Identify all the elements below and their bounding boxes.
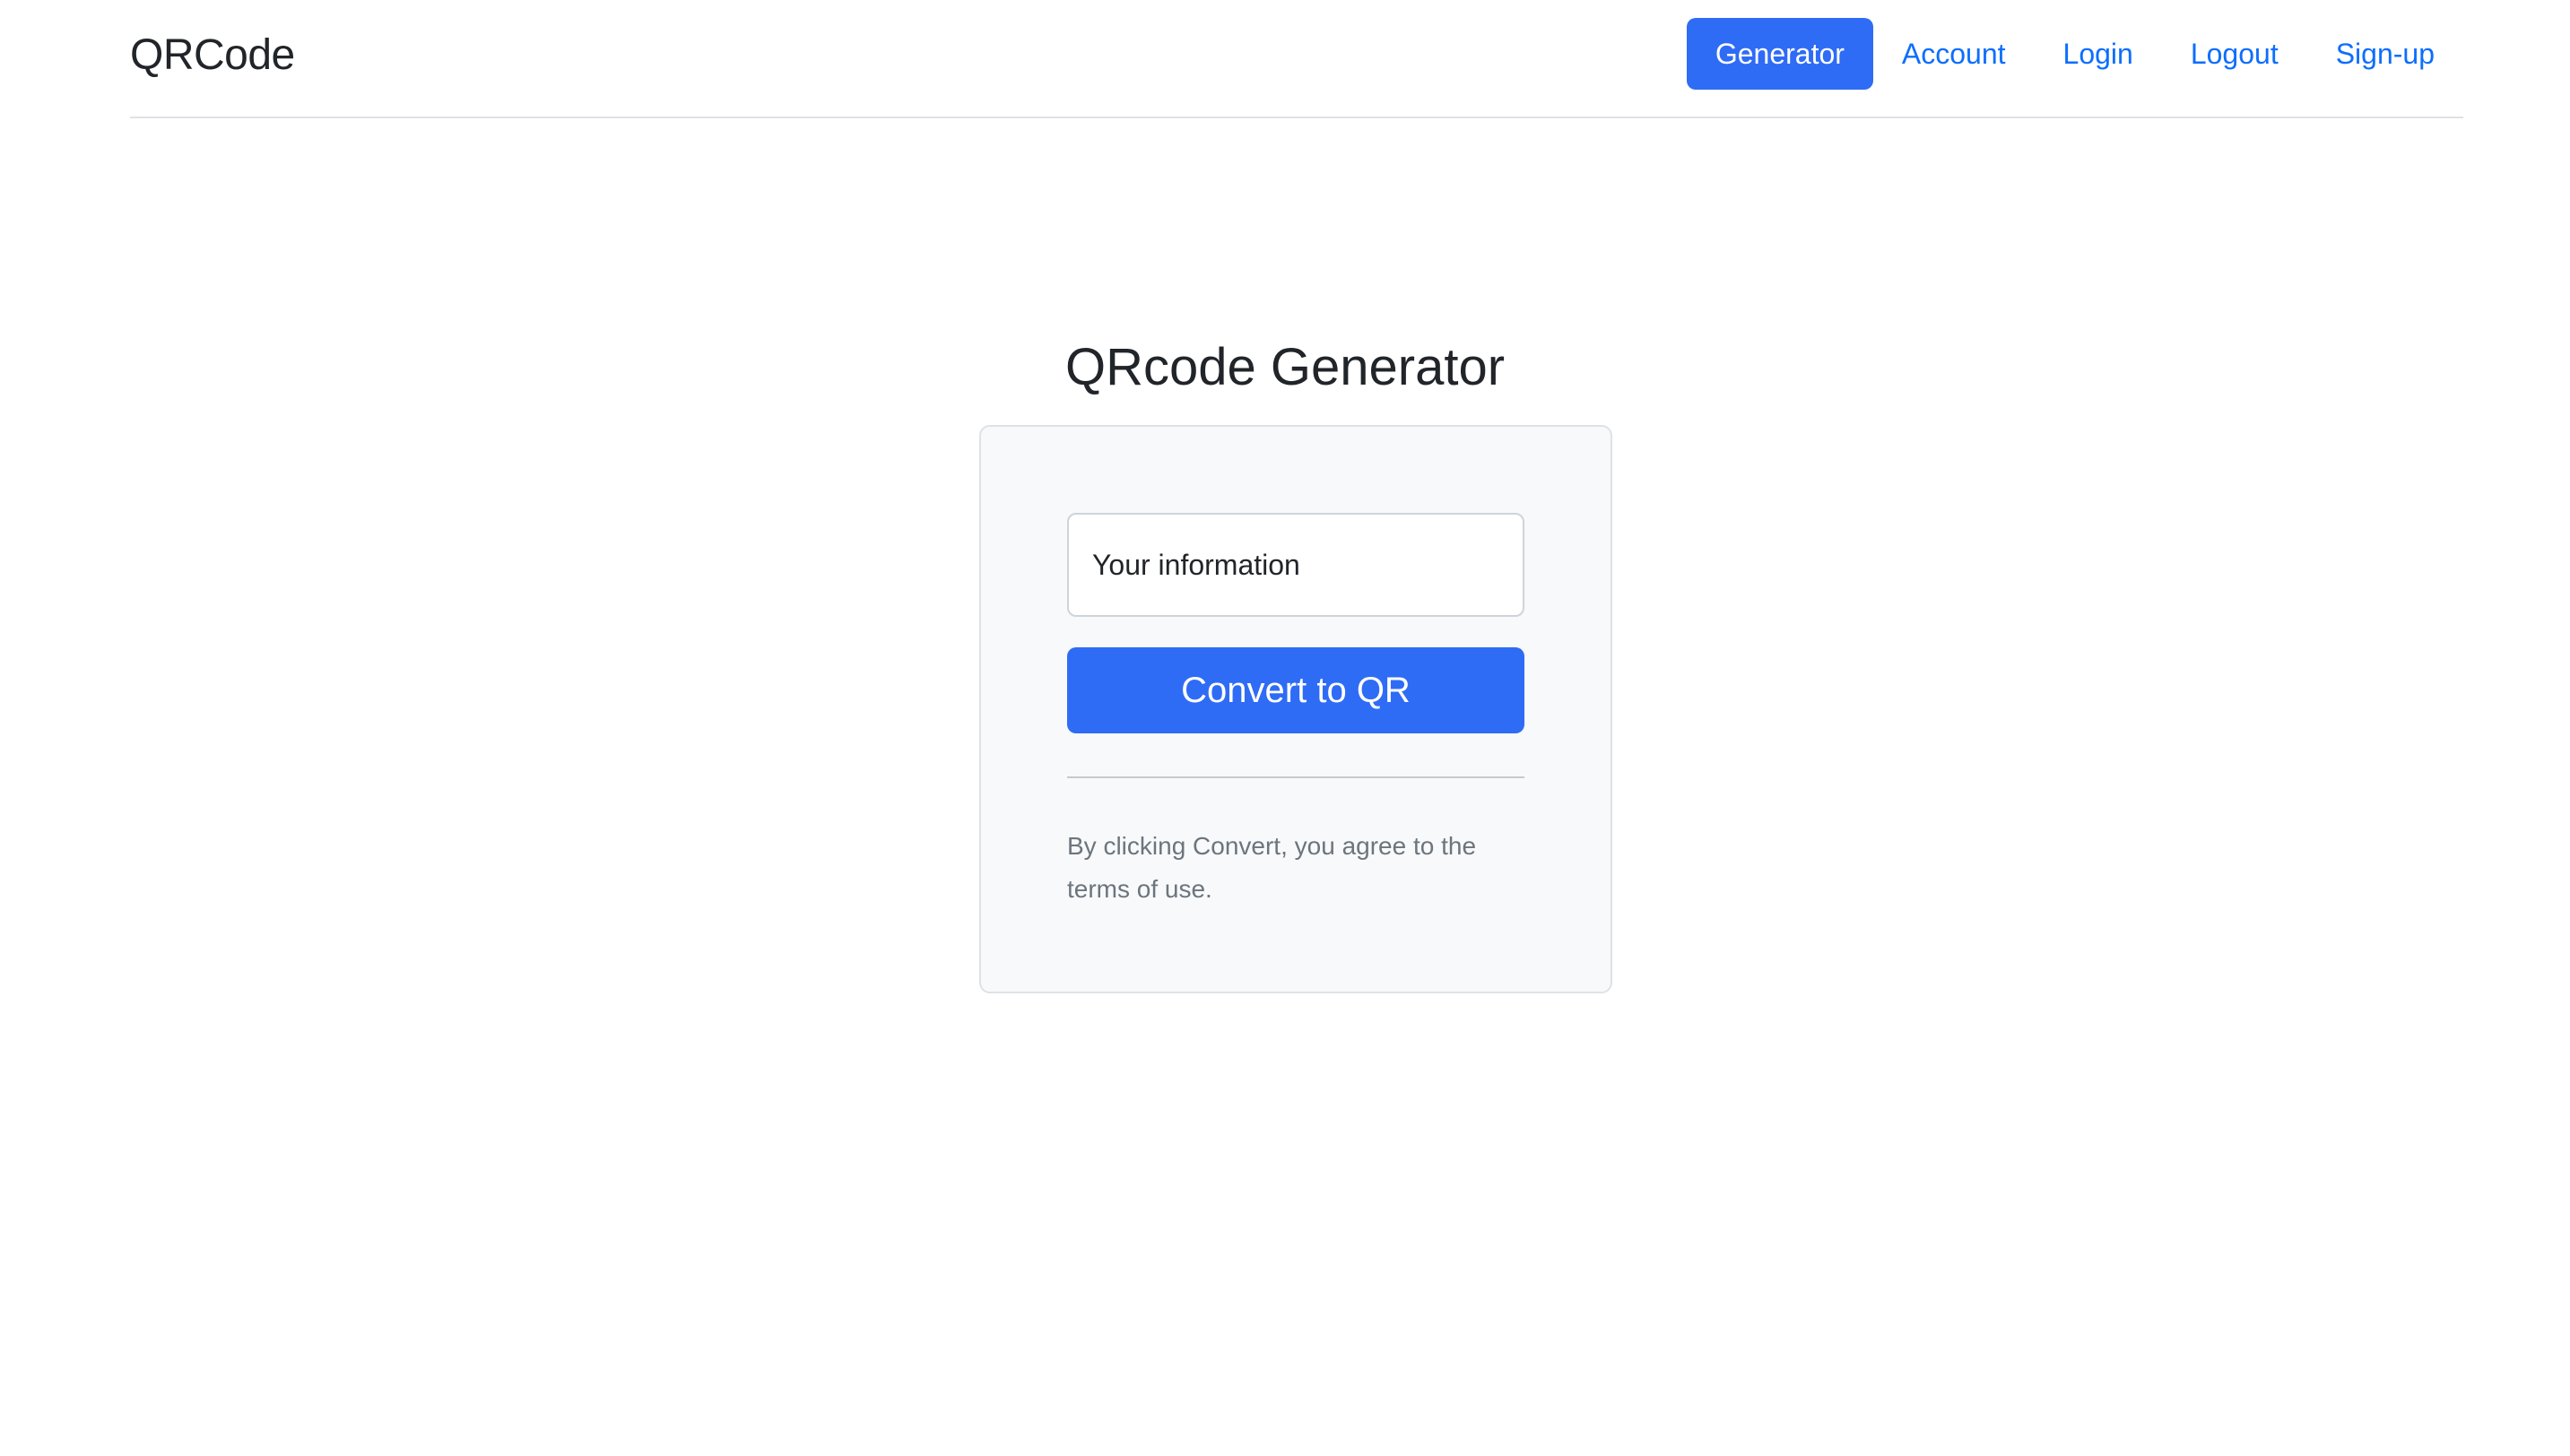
nav-signup[interactable]: Sign-up — [2307, 18, 2463, 90]
terms-notice: By clicking Convert, you agree to the te… — [1067, 832, 1477, 903]
nav-account[interactable]: Account — [1873, 18, 2035, 90]
generator-card: Convert to QR By clicking Convert, you a… — [979, 425, 1612, 993]
nav-logout[interactable]: Logout — [2162, 18, 2307, 90]
brand-logo[interactable]: QRCode — [130, 27, 295, 84]
information-input[interactable] — [1067, 513, 1524, 617]
divider — [1067, 776, 1524, 778]
main-nav: Generator Account Login Logout Sign-up — [1686, 18, 2463, 90]
nav-generator[interactable]: Generator — [1686, 18, 1873, 90]
convert-button[interactable]: Convert to QR — [1067, 647, 1524, 733]
site-header: QRCode Generator Account Login Logout Si… — [130, 0, 2463, 118]
page-title: QRcode Generator — [1064, 338, 1506, 396]
nav-login[interactable]: Login — [2035, 18, 2162, 90]
